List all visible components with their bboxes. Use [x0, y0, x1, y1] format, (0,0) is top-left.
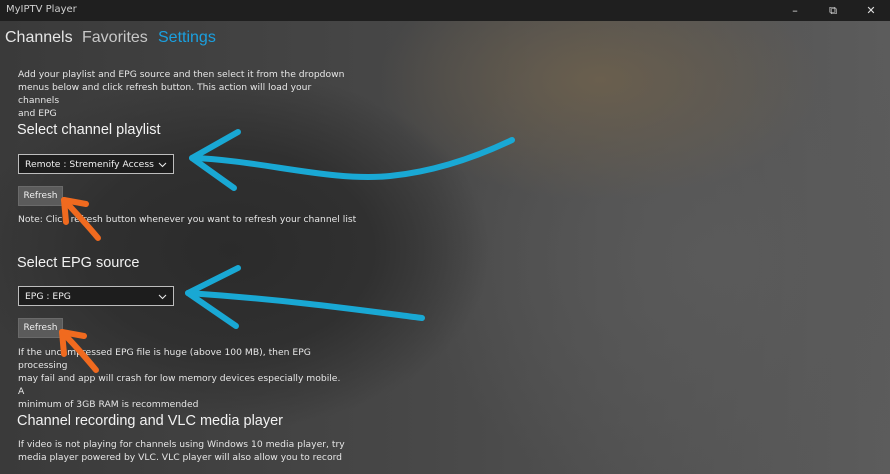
blue-arrow-playlist [189, 129, 515, 191]
epg-selected-value: EPG : EPG [25, 291, 71, 302]
epg-section-title: Select EPG source [17, 255, 140, 271]
epg-refresh-button[interactable]: Refresh [18, 318, 63, 338]
tab-favorites[interactable]: Favorites [82, 29, 148, 47]
blue-arrow-epg [185, 265, 425, 329]
tab-settings[interactable]: Settings [158, 29, 216, 47]
maximize-button[interactable]: ⧉ [814, 0, 852, 21]
playlist-selected-value: Remote : Stremenify Access [25, 159, 154, 170]
playlist-dropdown[interactable]: Remote : Stremenify Access [18, 154, 174, 174]
epg-note: If the uncompressed EPG file is huge (ab… [18, 347, 341, 410]
close-button[interactable]: ✕ [852, 0, 890, 21]
recording-text: If video is not playing for channels usi… [18, 439, 345, 463]
chevron-down-icon [158, 292, 167, 303]
playlist-note: Note: Click refresh button whenever you … [18, 214, 357, 225]
epg-dropdown[interactable]: EPG : EPG [18, 286, 174, 306]
intro-text: Add your playlist and EPG source and the… [18, 69, 345, 119]
title-bar: MyIPTV Player – ⧉ ✕ [0, 0, 890, 21]
app-title: MyIPTV Player [6, 4, 77, 15]
recording-section-title: Channel recording and VLC media player [17, 413, 283, 429]
minimize-button[interactable]: – [776, 0, 814, 21]
playlist-section-title: Select channel playlist [17, 122, 161, 138]
playlist-refresh-button[interactable]: Refresh [18, 186, 63, 206]
tab-channels[interactable]: Channels [5, 29, 73, 47]
chevron-down-icon [158, 160, 167, 171]
